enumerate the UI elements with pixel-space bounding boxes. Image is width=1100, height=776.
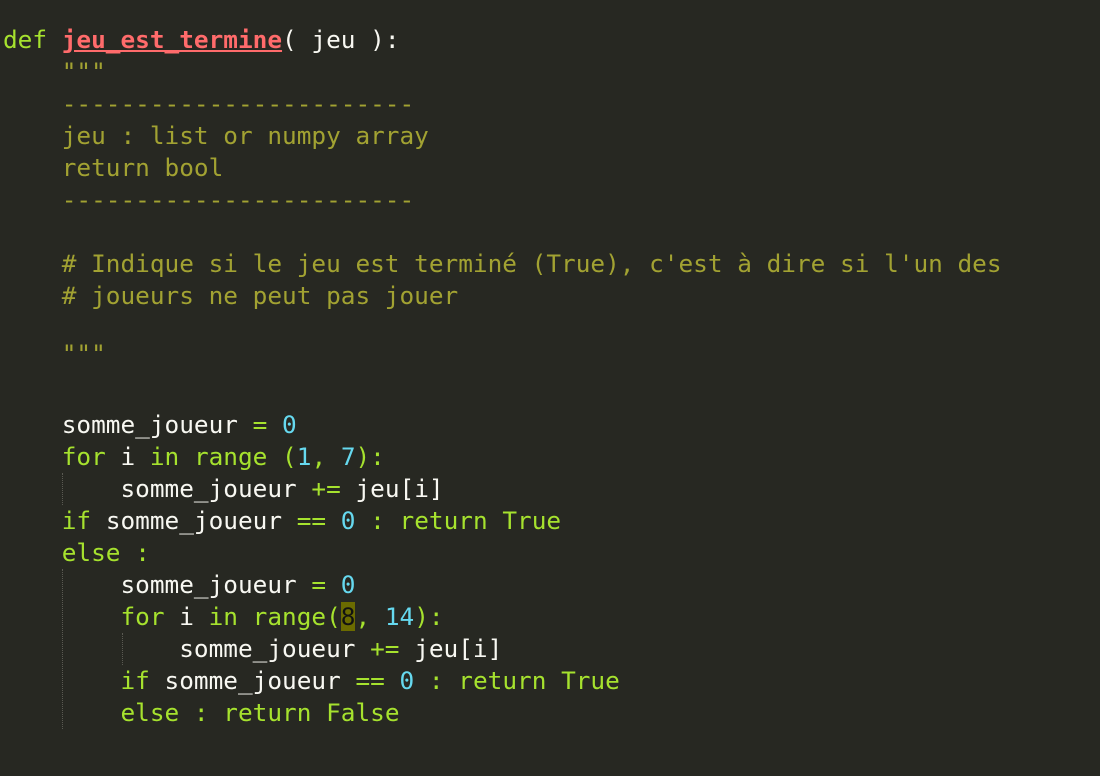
code-line-18: somme_joueur = 0 xyxy=(120,570,356,599)
highlighted-number: 8 xyxy=(340,602,356,631)
code-line-16: if somme_joueur == 0 : return True xyxy=(61,506,562,535)
docstring-params: jeu : list or numpy array xyxy=(61,121,429,150)
code-line-20: somme_joueur += jeu[i] xyxy=(179,634,503,663)
docstring-open: """ xyxy=(61,57,106,86)
docstring-rule-top: ------------------------ xyxy=(61,89,415,118)
comment-line-2: # joueurs ne peut pas jouer xyxy=(61,281,459,310)
code-line-21: if somme_joueur == 0 : return True xyxy=(120,666,620,695)
code-line-19: for i in range(8, 14): xyxy=(120,602,444,631)
comment-line-1: # Indique si le jeu est terminé (True), … xyxy=(61,249,1002,278)
code-line-22: else : return False xyxy=(120,698,400,727)
code-line-13: somme_joueur = 0 xyxy=(61,410,297,439)
code-line-14: for i in range (1, 7): xyxy=(61,442,385,471)
function-args: ( jeu ): xyxy=(282,25,400,54)
docstring-close: """ xyxy=(61,339,106,368)
docstring-rule-bottom: ------------------------ xyxy=(61,185,415,214)
code-editor[interactable]: def jeu_est_termine( jeu ): """ --------… xyxy=(0,0,1100,776)
docstring-return: return bool xyxy=(61,153,224,182)
function-name: jeu_est_termine xyxy=(61,25,283,54)
code-line-15: somme_joueur += jeu[i] xyxy=(120,474,444,503)
def-keyword: def xyxy=(3,25,48,54)
code-line-17: else : xyxy=(61,538,150,567)
code-line-1: def jeu_est_termine( jeu ): xyxy=(3,24,400,56)
